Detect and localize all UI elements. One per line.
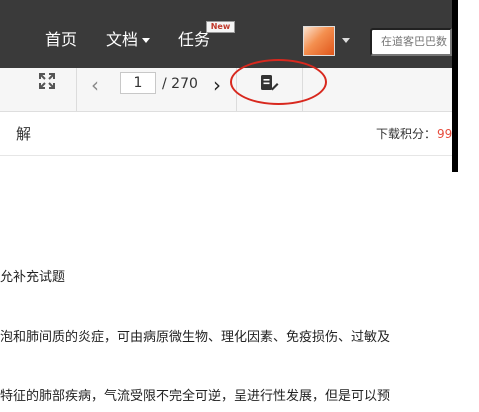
fullscreen-icon[interactable] bbox=[38, 72, 56, 90]
new-badge: New bbox=[206, 21, 235, 33]
document-text-line: 特征的肺部疾病，气流受限不完全可逆，呈进行性发展，但是可以预 bbox=[0, 389, 391, 404]
document-text-line: 允补充试题 bbox=[0, 270, 66, 285]
total-pages: / 270 bbox=[162, 76, 198, 92]
download-points-value: 99 bbox=[437, 127, 452, 141]
chevron-down-icon[interactable] bbox=[342, 38, 350, 43]
avatar[interactable] bbox=[303, 26, 335, 56]
nav-documents[interactable]: 文档 bbox=[106, 30, 151, 50]
search-input[interactable] bbox=[370, 28, 452, 56]
next-page-button[interactable]: › bbox=[213, 75, 221, 95]
page-edge-bar bbox=[452, 0, 458, 172]
previous-page-button[interactable]: ‹ bbox=[91, 75, 99, 95]
page-number-input[interactable] bbox=[120, 72, 156, 94]
chevron-down-icon bbox=[142, 38, 151, 43]
nav-documents-label: 文档 bbox=[106, 30, 139, 49]
nav-tasks[interactable]: 任务 bbox=[178, 30, 210, 50]
toolbar-divider bbox=[76, 68, 77, 111]
divider bbox=[0, 155, 452, 156]
document-title: 解 bbox=[16, 125, 32, 143]
document-text-line: 泡和肺间质的炎症，可由病原微生物、理化因素、免疫损伤、过敏及 bbox=[0, 330, 391, 345]
viewer-toolbar bbox=[0, 68, 452, 112]
download-points-label: 下载积分： bbox=[376, 127, 437, 141]
nav-home[interactable]: 首页 bbox=[45, 30, 77, 50]
highlight-circle bbox=[230, 59, 327, 105]
